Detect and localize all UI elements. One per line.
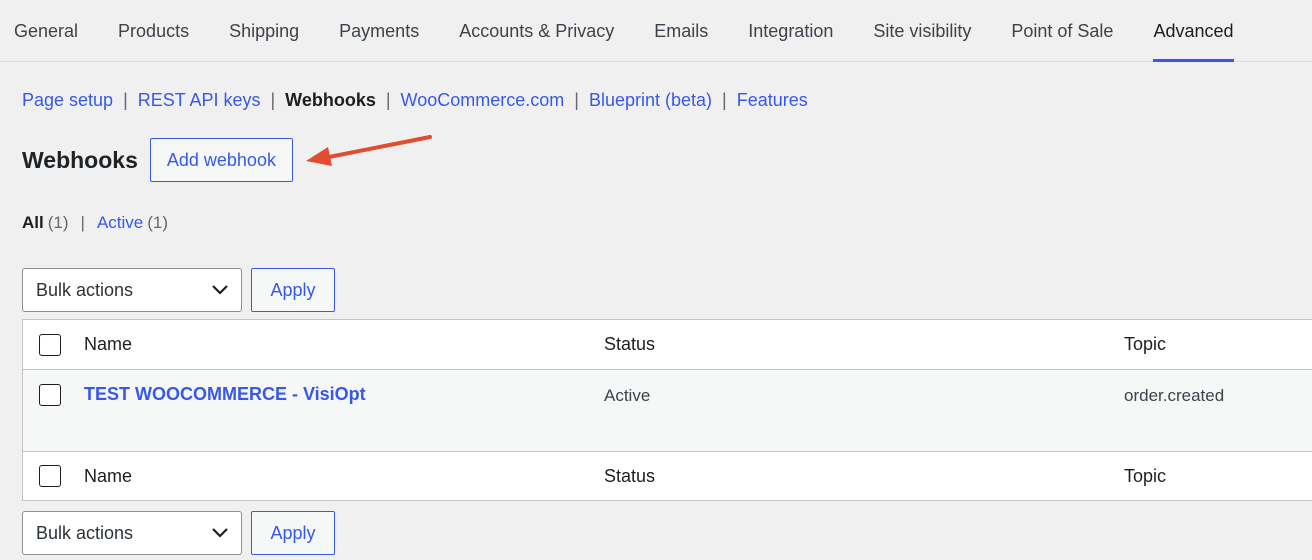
tab-accounts-privacy[interactable]: Accounts & Privacy [459,0,614,61]
table-header: Name Status Topic [23,320,1312,370]
apply-button-bottom[interactable]: Apply [251,511,335,555]
settings-tabs: General Products Shipping Payments Accou… [0,0,1312,62]
advanced-subnav: Page setup | REST API keys | Webhooks | … [22,90,808,111]
bulk-actions-select-bottom[interactable]: Bulk actions [22,511,242,555]
subnav-woocommerce-com[interactable]: WooCommerce.com [401,90,565,111]
chevron-down-icon [212,528,228,538]
column-header-name[interactable]: Name [84,334,604,355]
tab-general[interactable]: General [14,0,78,61]
tab-products[interactable]: Products [118,0,189,61]
column-footer-status: Status [604,465,656,486]
tab-integration[interactable]: Integration [748,0,833,61]
column-footer-topic: Topic [1124,465,1167,486]
chevron-down-icon [212,285,228,295]
tab-emails[interactable]: Emails [654,0,708,61]
status-filters: All (1) | Active (1) [22,213,168,233]
filter-all-count: (1) [47,213,69,232]
subnav-webhooks: Webhooks [285,90,376,110]
filter-all[interactable]: All [22,213,44,233]
column-footer-name[interactable]: Name [84,466,604,487]
apply-button[interactable]: Apply [251,268,335,312]
subnav-blueprint[interactable]: Blueprint (beta) [589,90,712,111]
filter-active-count: (1) [147,213,169,232]
webhook-name-link[interactable]: TEST WOOCOMMERCE - VisiOpt [84,383,366,404]
heading-row: Webhooks Add webhook [22,138,293,182]
bulk-actions-bottom: Bulk actions Apply [22,511,335,555]
column-header-status: Status [604,334,656,354]
woocommerce-settings-page: General Products Shipping Payments Accou… [0,0,1312,560]
bulk-actions-value: Bulk actions [36,522,134,543]
subnav-separator: | [270,90,276,110]
webhook-topic-cell: order.created [1124,386,1225,405]
subnav-rest-api-keys[interactable]: REST API keys [138,90,261,111]
webhook-name-cell: TEST WOOCOMMERCE - VisiOpt [84,384,604,405]
annotation-arrow-icon [306,135,432,166]
tab-shipping[interactable]: Shipping [229,0,299,61]
bulk-actions-top: Bulk actions Apply [22,268,335,312]
column-header-topic: Topic [1124,334,1167,354]
tab-advanced[interactable]: Advanced [1153,0,1234,62]
bulk-actions-value: Bulk actions [36,279,134,300]
add-webhook-button[interactable]: Add webhook [149,138,293,182]
tab-site-visibility[interactable]: Site visibility [873,0,971,61]
webhook-status-cell: Active [604,386,651,405]
subnav-separator: | [722,90,727,110]
subnav-features[interactable]: Features [737,90,808,111]
bulk-actions-select[interactable]: Bulk actions [22,268,242,312]
webhooks-table: Name Status Topic TEST WOOCOMMERCE - Vis… [22,319,1312,501]
row-checkbox[interactable] [39,384,61,406]
tab-payments[interactable]: Payments [339,0,419,61]
subnav-separator: | [123,90,128,110]
filter-separator: | [80,213,85,232]
filter-active[interactable]: Active [97,213,143,233]
subnav-page-setup[interactable]: Page setup [22,90,113,111]
table-row: TEST WOOCOMMERCE - VisiOpt Active order.… [23,370,1312,452]
page-title: Webhooks [22,146,138,173]
subnav-separator: | [385,90,391,110]
table-footer: Name Status Topic [23,452,1312,500]
tab-point-of-sale[interactable]: Point of Sale [1011,0,1113,61]
select-all-checkbox[interactable] [39,333,61,356]
select-all-checkbox-footer[interactable] [39,465,61,487]
subnav-separator: | [574,90,579,110]
